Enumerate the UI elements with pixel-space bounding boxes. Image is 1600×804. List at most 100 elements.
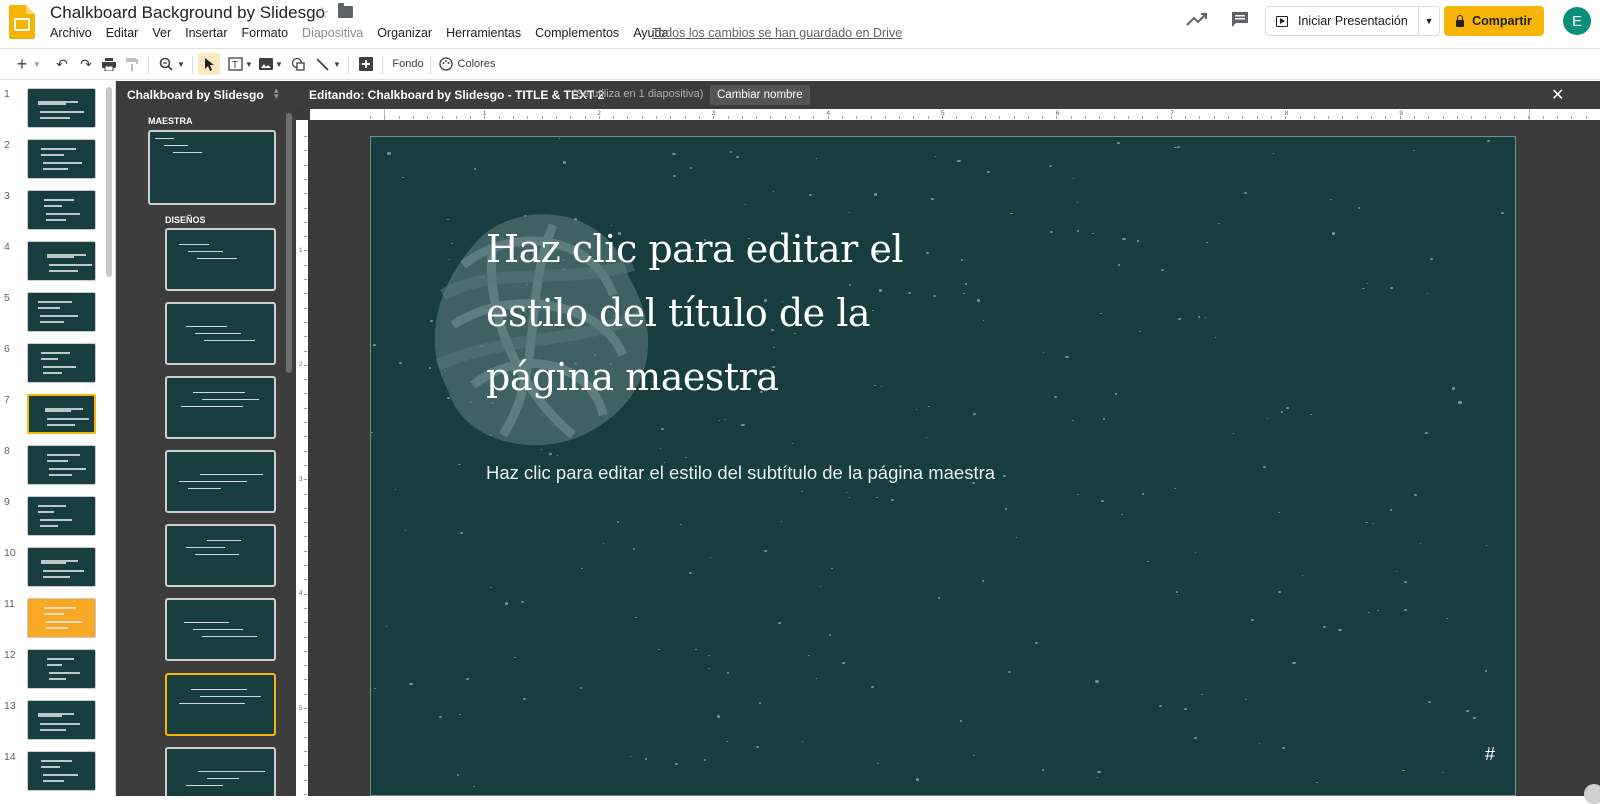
paint-format-icon[interactable] — [122, 53, 142, 75]
new-slide-dropdown-icon[interactable]: ▼ — [32, 53, 42, 75]
shape-icon[interactable] — [288, 53, 308, 75]
layout-thumbnail[interactable] — [165, 302, 276, 365]
slide-thumbnail[interactable] — [27, 241, 96, 281]
chalk-speck — [1428, 701, 1431, 703]
filmstrip-slide[interactable]: 2 — [0, 136, 110, 182]
menu-ver[interactable]: Ver — [145, 26, 178, 40]
ruler-tick — [713, 116, 714, 119]
layout-thumbnail[interactable] — [165, 524, 276, 587]
layout-text-line — [191, 689, 247, 690]
slide-thumbnail[interactable] — [27, 88, 96, 128]
layout-thumbnail[interactable] — [165, 673, 276, 736]
background-button[interactable]: Fondo — [388, 53, 428, 75]
present-options-dropdown[interactable]: ▼ — [1419, 7, 1439, 35]
layout-thumbnail[interactable] — [165, 228, 276, 291]
ruler-tick — [456, 116, 457, 119]
account-avatar[interactable]: E — [1563, 7, 1591, 35]
layouts-scrollbar[interactable] — [286, 113, 292, 373]
chalk-speck — [983, 320, 984, 321]
sort-icon[interactable]: ▴▾ — [274, 87, 279, 99]
new-slide-icon[interactable]: + — [12, 53, 32, 75]
slide-thumbnail[interactable] — [27, 139, 96, 179]
menu-archivo[interactable]: Archivo — [43, 26, 99, 40]
slide-thumbnail[interactable] — [27, 649, 96, 689]
slide-thumbnail[interactable] — [27, 292, 96, 332]
slides-logo-icon[interactable] — [9, 5, 35, 39]
slide-thumbnail[interactable] — [27, 547, 96, 587]
menu-insertar[interactable]: Insertar — [178, 26, 234, 40]
activity-trend-icon[interactable] — [1186, 10, 1208, 28]
text-box-dropdown-icon[interactable]: ▼ — [244, 53, 254, 75]
slide-thumbnail[interactable] — [27, 751, 96, 791]
filmstrip-slide[interactable]: 13 — [0, 697, 110, 743]
layouts-panel: Chalkboard by Slidesgo ▴▾ MAESTRA DISEÑO… — [116, 81, 296, 796]
layout-thumbnail[interactable] — [165, 747, 276, 796]
scroll-corner-button[interactable] — [1584, 784, 1600, 804]
vertical-ruler[interactable]: 12345 — [296, 120, 308, 796]
share-button[interactable]: Compartir — [1444, 6, 1544, 36]
layout-thumbnail[interactable] — [165, 376, 276, 439]
menu-herramientas[interactable]: Herramientas — [439, 26, 528, 40]
theme-colors-button[interactable]: Colores — [436, 53, 498, 75]
slide-subtitle-placeholder[interactable]: Haz clic para editar el estilo del subtí… — [486, 462, 995, 484]
comments-icon[interactable] — [1231, 11, 1249, 28]
horizontal-ruler[interactable]: 123456789 — [310, 109, 1600, 120]
filmstrip-slide[interactable]: 9 — [0, 493, 110, 539]
menu-diapositiva[interactable]: Diapositiva — [295, 26, 370, 40]
print-icon[interactable] — [99, 53, 119, 75]
slide-thumbnail[interactable] — [27, 445, 96, 485]
menu-editar[interactable]: Editar — [99, 26, 146, 40]
slide-thumbnail[interactable] — [27, 598, 96, 638]
slide-number-placeholder[interactable]: # — [1485, 744, 1495, 765]
filmstrip-slide[interactable]: 1 — [0, 85, 110, 131]
zoom-dropdown-icon[interactable]: ▼ — [176, 53, 186, 75]
layout-thumbnail[interactable] — [165, 450, 276, 513]
select-cursor-icon[interactable] — [198, 53, 220, 75]
undo-icon[interactable]: ↶ — [52, 53, 72, 75]
line-icon[interactable] — [312, 53, 332, 75]
filmstrip-slide[interactable]: 12 — [0, 646, 110, 692]
text-box-icon[interactable]: T — [224, 53, 246, 75]
start-presentation-button[interactable]: Iniciar Presentación — [1266, 7, 1419, 35]
chalk-speck — [689, 572, 692, 574]
line-dropdown-icon[interactable]: ▼ — [332, 53, 342, 75]
thumbnail-text-line — [49, 270, 78, 272]
slide-thumbnail[interactable] — [27, 700, 96, 740]
slide-thumbnail[interactable] — [27, 190, 96, 230]
filmstrip-slide[interactable]: 3 — [0, 187, 110, 233]
slide-thumbnail[interactable] — [27, 496, 96, 536]
menu-complementos[interactable]: Complementos — [528, 26, 626, 40]
filmstrip-slide[interactable]: 8 — [0, 442, 110, 488]
filmstrip-slide[interactable]: 4 — [0, 238, 110, 284]
slide-thumbnail[interactable] — [27, 394, 96, 434]
filmstrip-slide[interactable]: 7 — [0, 391, 110, 437]
folder-icon[interactable] — [338, 6, 353, 18]
filmstrip-slide[interactable]: 5 — [0, 289, 110, 335]
filmstrip-slide[interactable]: 6 — [0, 340, 110, 386]
close-icon[interactable]: ✕ — [1551, 85, 1564, 105]
chalk-speck — [1147, 561, 1149, 562]
ruler-tick — [742, 116, 743, 119]
layout-thumbnail[interactable] — [165, 598, 276, 661]
thumbnail-text-line — [47, 454, 80, 456]
slide-canvas[interactable]: Haz clic para editar el estilo del títul… — [370, 136, 1516, 796]
slide-title-placeholder[interactable]: Haz clic para editar el estilo del títul… — [486, 217, 906, 409]
filmstrip-slide[interactable]: 10 — [0, 544, 110, 590]
image-icon[interactable] — [256, 53, 276, 75]
master-layout-thumbnail[interactable] — [148, 130, 276, 205]
filmstrip-slide[interactable]: 11 — [0, 595, 110, 641]
menu-formato[interactable]: Formato — [235, 26, 296, 40]
star-icon[interactable]: ☆ — [315, 3, 329, 23]
image-dropdown-icon[interactable]: ▼ — [274, 53, 284, 75]
redo-icon[interactable]: ↷ — [76, 53, 96, 75]
ruler-number: 3 — [299, 476, 303, 483]
filmstrip-slide[interactable]: 14 — [0, 748, 110, 794]
menu-organizar[interactable]: Organizar — [370, 26, 439, 40]
save-status-link[interactable]: Todos los cambios se han guardado en Dri… — [652, 26, 902, 40]
zoom-icon[interactable] — [156, 53, 176, 75]
document-title[interactable]: Chalkboard Background by Slidesgo — [50, 3, 325, 23]
insert-placeholder-icon[interactable] — [356, 53, 376, 75]
rename-layout-button[interactable]: Cambiar nombre — [710, 85, 810, 105]
slide-thumbnail[interactable] — [27, 343, 96, 383]
ruler-tick — [1014, 116, 1015, 119]
